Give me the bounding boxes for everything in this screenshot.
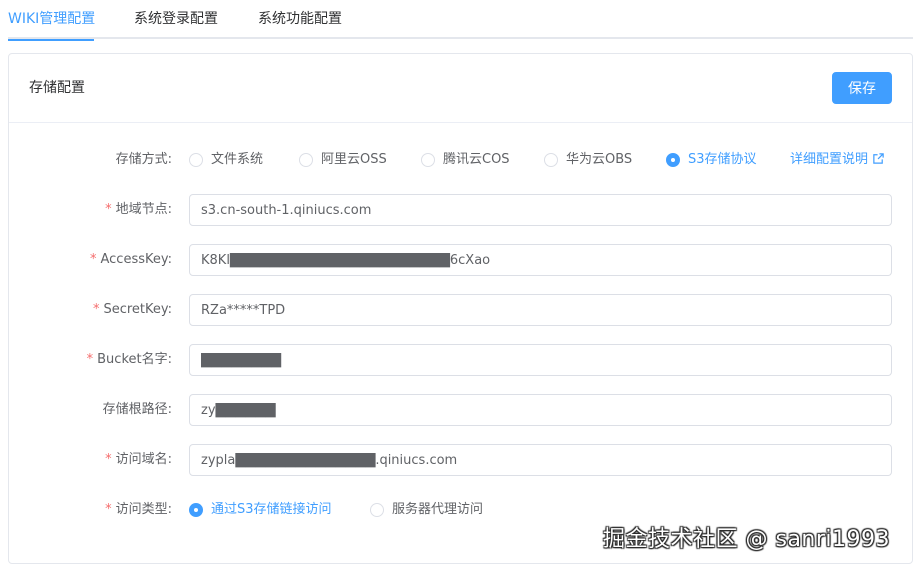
radio-circle [421, 153, 435, 167]
external-link-icon [873, 153, 884, 164]
save-button[interactable]: 保存 [832, 72, 892, 104]
label-text: 访问域名: [115, 452, 172, 467]
card-title: 存储配置 [29, 80, 85, 96]
required-mark: * [86, 352, 94, 367]
required-mark: * [105, 502, 112, 517]
storage-type-label: 存储方式: [115, 152, 172, 167]
tab-wiki-config[interactable]: WIKI管理配置 [8, 0, 96, 41]
radio-label: 阿里云OSS [321, 152, 387, 167]
label-text: 访问类型: [115, 502, 172, 517]
storage-config-card: 存储配置 保存 存储方式: 文件系统 阿里云OSS 腾讯云COS 华为云OBS … [8, 53, 913, 564]
label-text: SecretKey: [103, 302, 172, 317]
radio-circle [299, 153, 313, 167]
secret-key-label: * SecretKey: [9, 294, 172, 326]
root-path-input[interactable] [189, 394, 892, 426]
access-key-row: * AccessKey: [9, 244, 912, 276]
region-label: * 地域节点: [9, 194, 172, 226]
secret-key-row: * SecretKey: [9, 294, 912, 326]
radio-label: 腾讯云COS [443, 152, 510, 167]
radio-circle [189, 153, 203, 167]
region-row: * 地域节点: [9, 194, 912, 226]
required-mark: * [105, 202, 112, 217]
radio-circle [370, 503, 384, 517]
radio-label: 通过S3存储链接访问 [211, 502, 332, 517]
radio-label: 华为云OBS [566, 152, 633, 167]
region-input[interactable] [189, 194, 892, 226]
tab-function-config[interactable]: 系统功能配置 [258, 0, 342, 39]
radio-circle [544, 153, 558, 167]
bucket-label: * Bucket名字: [9, 344, 172, 376]
doc-link-label: 详细配置说明 [790, 152, 869, 167]
domain-label: * 访问域名: [9, 444, 172, 476]
access-type-label: * 访问类型: [9, 494, 172, 526]
tab-bar: WIKI管理配置 系统登录配置 系统功能配置 [8, 0, 913, 41]
storage-type-row: 存储方式: 文件系统 阿里云OSS 腾讯云COS 华为云OBS S3存储协议 详… [9, 144, 912, 176]
label-text: AccessKey: [100, 252, 172, 267]
config-doc-link[interactable]: 详细配置说明 [790, 144, 885, 176]
tab-label: WIKI管理配置 [8, 11, 96, 27]
active-tab-underline [8, 39, 94, 41]
required-mark: * [105, 452, 112, 467]
tab-label: 系统登录配置 [134, 11, 218, 27]
watermark: 掘金技术社区 @ sanri1993 [603, 527, 891, 552]
access-key-label: * AccessKey: [9, 244, 172, 276]
radio-label: S3存储协议 [688, 152, 757, 167]
required-mark: * [89, 252, 97, 267]
domain-row: * 访问域名: [9, 444, 912, 476]
tab-label: 系统功能配置 [258, 11, 342, 27]
domain-input[interactable] [189, 444, 892, 476]
label-text: 地域节点: [115, 202, 172, 217]
bucket-row: * Bucket名字: [9, 344, 912, 376]
card-header: 存储配置 保存 [9, 54, 912, 123]
tab-login-config[interactable]: 系统登录配置 [134, 0, 218, 39]
access-key-input[interactable] [189, 244, 892, 276]
bucket-input[interactable] [189, 344, 892, 376]
root-path-row: 存储根路径: [9, 394, 912, 426]
root-path-label: 存储根路径: [102, 402, 172, 417]
secret-key-input[interactable] [189, 294, 892, 326]
radio-circle [666, 153, 680, 167]
radio-circle [189, 503, 203, 517]
radio-label: 文件系统 [211, 152, 264, 167]
label-text: Bucket名字: [97, 352, 172, 367]
required-mark: * [92, 302, 100, 317]
radio-label: 服务器代理访问 [392, 502, 484, 517]
